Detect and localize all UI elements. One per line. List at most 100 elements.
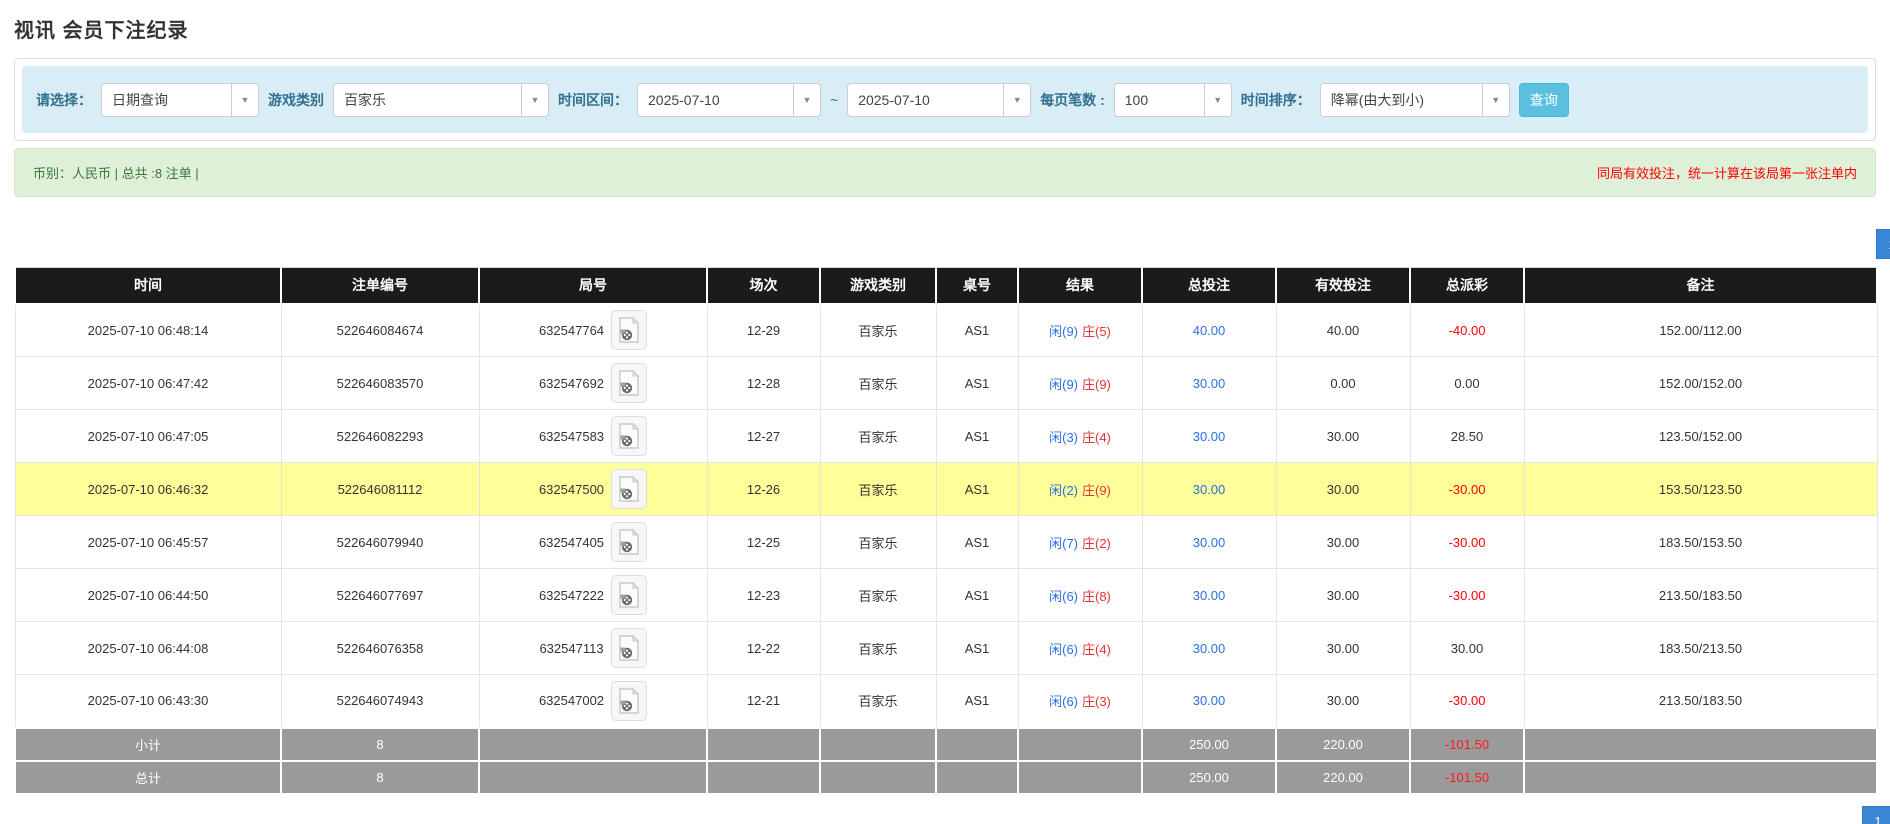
chevron-down-icon: ▼ [793,84,820,116]
cell-total-bet[interactable]: 30.00 [1142,569,1276,622]
page-number-button[interactable]: 1 [1876,229,1890,259]
total-row-empty [820,761,936,794]
cell-session: 12-22 [707,622,820,675]
total-row-total-bet: 250.00 [1142,761,1276,794]
cell-total-bet[interactable]: 30.00 [1142,463,1276,516]
query-type-select[interactable]: 日期查询 ▼ [101,83,259,117]
cell-time: 2025-07-10 06:47:05 [15,410,281,463]
table-body: 2025-07-10 06:48:14522646084674632547764… [15,304,1877,794]
cell-total-bet[interactable]: 30.00 [1142,516,1276,569]
cell-session: 12-26 [707,463,820,516]
round-number: 632547500 [539,482,604,497]
currency-total-text: 币别：人民币 | 总共 :8 注单 | [33,163,199,182]
result-banker: 庄(9) [1082,483,1111,498]
result-banker: 庄(3) [1082,694,1111,709]
select-type-label: 请选择： [36,90,92,110]
cell-valid-bet: 30.00 [1276,463,1410,516]
cell-table-no: AS1 [936,357,1018,410]
cell-bet-id: 522646079940 [281,516,479,569]
cell-game-type: 百家乐 [820,304,936,357]
video-record-icon [618,370,640,396]
chevron-down-icon: ▼ [1204,84,1231,116]
subtotal-row-empty [820,728,936,761]
cell-table-no: AS1 [936,675,1018,728]
cell-total-bet[interactable]: 30.00 [1142,357,1276,410]
cell-total-bet[interactable]: 30.00 [1142,622,1276,675]
cell-game-type: 百家乐 [820,675,936,728]
cell-total-bet[interactable]: 40.00 [1142,304,1276,357]
cell-valid-bet: 30.00 [1276,622,1410,675]
cell-valid-bet: 40.00 [1276,304,1410,357]
open-video-button[interactable] [611,681,647,721]
open-video-button[interactable] [611,416,647,456]
date-to-select[interactable]: 2025-07-10 ▼ [847,83,1031,117]
summary-bar: 币别：人民币 | 总共 :8 注单 | 同局有效投注，统一计算在该局第一张注单内 [14,148,1876,197]
open-video-button[interactable] [611,469,647,509]
cell-payout: 0.00 [1410,357,1524,410]
cell-result: 闲(7)庄(2) [1018,516,1142,569]
total-row-valid-bet: 220.00 [1276,761,1410,794]
cell-session: 12-21 [707,675,820,728]
result-player: 闲(2) [1049,483,1078,498]
table-row: 2025-07-10 06:43:30522646074943632547002… [15,675,1877,728]
subtotal-row-total-bet: 250.00 [1142,728,1276,761]
result-banker: 庄(4) [1082,430,1111,445]
cell-result: 闲(2) 庄(9) [1018,463,1142,516]
cell-session: 12-23 [707,569,820,622]
round-number: 632547002 [539,693,604,708]
cell-bet-id: 522646084674 [281,304,479,357]
cell-bet-id: 522646083570 [281,357,479,410]
open-video-button[interactable] [611,628,647,668]
sort-order-select[interactable]: 降幂(由大到小) ▼ [1320,83,1510,117]
round-number: 632547692 [539,376,604,391]
open-video-button[interactable] [611,363,647,403]
game-type-label: 游戏类别 [268,90,324,110]
per-page-label: 每页笔数 : [1040,90,1105,110]
search-button[interactable]: 查询 [1519,83,1569,117]
open-video-button[interactable] [611,310,647,350]
cell-time: 2025-07-10 06:47:42 [15,357,281,410]
cell-time: 2025-07-10 06:44:50 [15,569,281,622]
cell-valid-bet: 0.00 [1276,357,1410,410]
cell-total-bet[interactable]: 30.00 [1142,410,1276,463]
cell-game-type: 百家乐 [820,463,936,516]
page-number-button-bottom[interactable]: 1 [1862,806,1890,824]
cell-remark: 123.50/152.00 [1524,410,1877,463]
column-header-4: 游戏类别 [820,268,936,304]
result-banker: 庄(9) [1082,377,1111,392]
open-video-button[interactable] [611,522,647,562]
cell-session: 12-28 [707,357,820,410]
date-from-select[interactable]: 2025-07-10 ▼ [637,83,821,117]
round-number: 632547113 [539,641,603,656]
cell-result: 闲(6)庄(8) [1018,569,1142,622]
chevron-down-icon: ▼ [521,84,548,116]
per-page-select[interactable]: 100 ▼ [1114,83,1232,117]
cell-round-id: 632547500 [479,463,707,516]
cell-bet-id: 522646081112 [281,463,479,516]
cell-table-no: AS1 [936,410,1018,463]
table-row: 2025-07-10 06:47:42522646083570 632547692… [15,357,1877,410]
video-record-icon [618,423,640,449]
cell-remark: 213.50/183.50 [1524,675,1877,728]
column-header-9: 总派彩 [1410,268,1524,304]
table-row: 2025-07-10 06:44:50522646077697632547222… [15,569,1877,622]
cell-session: 12-29 [707,304,820,357]
chevron-down-icon: ▼ [1003,84,1030,116]
cell-round-id: 632547692 [479,357,707,410]
cell-total-bet[interactable]: 30.00 [1142,675,1276,728]
cell-bet-id: 522646074943 [281,675,479,728]
cell-session: 12-25 [707,516,820,569]
cell-time: 2025-07-10 06:45:57 [15,516,281,569]
total-row-empty [707,761,820,794]
cell-valid-bet: 30.00 [1276,410,1410,463]
column-header-0: 时间 [15,268,281,304]
game-type-select[interactable]: 百家乐 ▼ [333,83,549,117]
subtotal-row-empty [1018,728,1142,761]
cell-game-type: 百家乐 [820,516,936,569]
cell-time: 2025-07-10 06:44:08 [15,622,281,675]
subtotal-row-label: 小计 [15,728,281,761]
filter-bar: 请选择： 日期查询 ▼ 游戏类别 百家乐 ▼ 时间区间： 2025-07-10 … [22,66,1868,133]
cell-round-id: 632547583 [479,410,707,463]
column-header-8: 有效投注 [1276,268,1410,304]
open-video-button[interactable] [611,575,647,615]
